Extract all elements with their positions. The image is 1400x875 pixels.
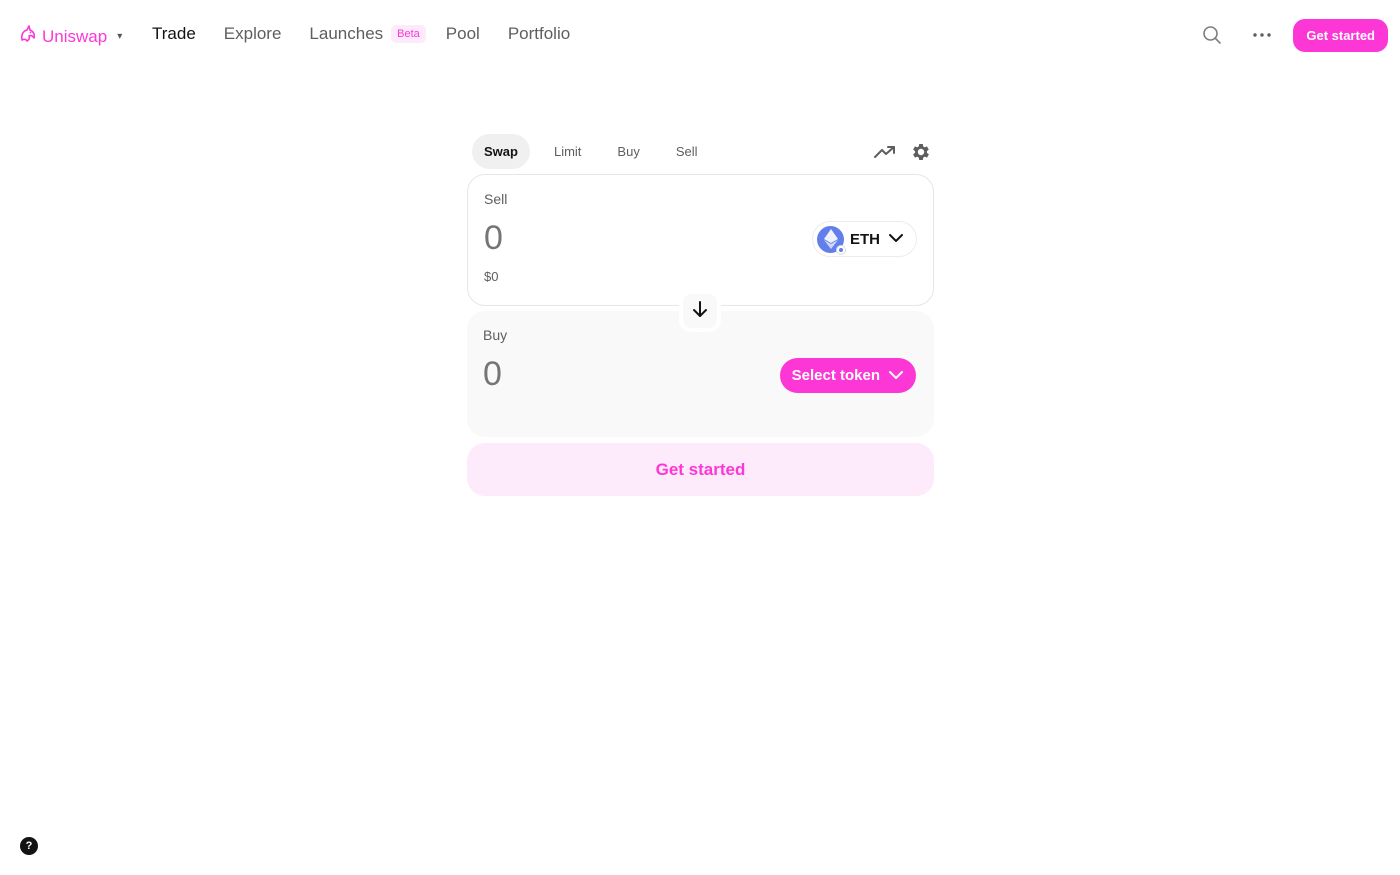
unicorn-icon <box>18 24 38 49</box>
get-started-nav-button[interactable]: Get started <box>1293 18 1388 52</box>
settings-gear-icon[interactable] <box>908 139 934 165</box>
help-icon[interactable]: ? <box>20 837 38 855</box>
brand-menu-caret-icon: ▾ <box>117 31 123 42</box>
tab-sell[interactable]: Sell <box>664 134 710 169</box>
nav-actions: Get started <box>1195 18 1388 52</box>
sell-panel: Sell $0 ETH <box>467 174 934 306</box>
tab-buy[interactable]: Buy <box>605 134 651 169</box>
chevron-down-icon <box>888 230 904 248</box>
nav-links: Trade Explore Launches Beta Pool Portfol… <box>152 24 598 44</box>
select-token-label: Select token <box>791 367 880 384</box>
tab-limit[interactable]: Limit <box>542 134 593 169</box>
sell-amount-input[interactable] <box>484 219 684 258</box>
select-token-button[interactable]: Select token <box>779 358 916 393</box>
flip-direction-button[interactable] <box>679 290 721 332</box>
brand-logo[interactable]: Uniswap ▾ <box>18 24 122 49</box>
sell-token-symbol: ETH <box>850 230 880 248</box>
eth-logo-icon <box>817 225 846 255</box>
sell-token-selector[interactable]: ETH <box>812 221 917 257</box>
swap-widget: Swap Limit Buy Sell Sell $0 <box>467 133 934 496</box>
nav-link-portfolio[interactable]: Portfolio <box>508 24 570 44</box>
more-dots-icon[interactable] <box>1245 18 1279 52</box>
search-icon[interactable] <box>1195 18 1229 52</box>
sell-label: Sell <box>484 191 508 207</box>
chevron-down-icon <box>880 367 904 384</box>
get-started-button[interactable]: Get started <box>467 443 934 496</box>
tab-swap[interactable]: Swap <box>472 133 530 169</box>
nav-launches-group: Launches Beta <box>309 24 426 44</box>
brand-name: Uniswap <box>42 26 108 46</box>
nav-link-trade[interactable]: Trade <box>152 24 196 44</box>
nav-link-pool[interactable]: Pool <box>446 24 480 44</box>
arrow-down-icon <box>691 300 709 323</box>
swap-tools <box>862 139 934 165</box>
swap-tabs-row: Swap Limit Buy Sell <box>467 133 934 169</box>
sell-usd-value: $0 <box>484 269 499 284</box>
trending-chart-icon[interactable] <box>872 139 898 165</box>
nav-link-explore[interactable]: Explore <box>224 24 282 44</box>
buy-amount-input[interactable] <box>483 355 683 394</box>
beta-badge: Beta <box>391 25 426 43</box>
chain-badge-icon <box>836 244 846 255</box>
nav-link-launches[interactable]: Launches <box>309 24 383 44</box>
top-navbar: Uniswap ▾ Trade Explore Launches Beta Po… <box>0 0 1400 70</box>
